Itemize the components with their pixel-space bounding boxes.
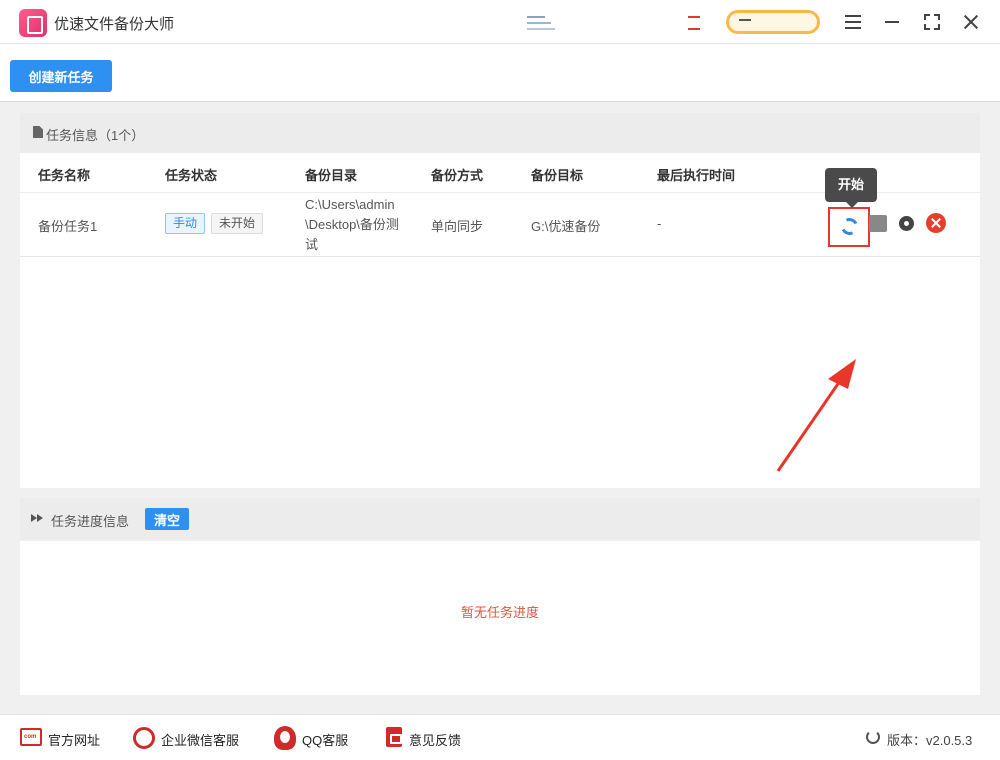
status-badge: 未开始 [211, 213, 264, 234]
version-label: 版本：v2.0.5.3 [887, 733, 973, 748]
fast-forward-icon [31, 514, 45, 522]
last-run-time: - [657, 216, 662, 231]
column-header-target: 备份目标 [531, 168, 584, 183]
gear-icon[interactable] [896, 213, 917, 234]
toolbar: 创建新任务 [0, 44, 1000, 102]
annotation-arrow [776, 359, 856, 472]
backup-method: 单向同步 [431, 219, 484, 234]
task-info-header: 任务信息（1个） [20, 113, 980, 153]
feedback-link[interactable]: 意见反馈 [409, 730, 461, 749]
wechat-support-link[interactable]: 企业微信客服 [161, 730, 239, 749]
start-task-button[interactable] [828, 207, 870, 247]
minimize-icon[interactable] [881, 11, 903, 33]
vip-button[interactable] [726, 10, 820, 34]
footer: 官方网址 企业微信客服 QQ客服 意见反馈 版本：v2.0.5.3 [0, 714, 1000, 760]
wechat-icon[interactable] [133, 727, 155, 749]
task-info-title: 任务信息（1个） [46, 128, 145, 143]
empty-progress-message: 暂无任务进度 [460, 605, 539, 620]
task-name: 备份任务1 [38, 219, 98, 234]
sync-icon [838, 215, 861, 238]
backup-target: G:\优速备份 [531, 219, 601, 234]
document-icon [33, 126, 43, 138]
column-header-name: 任务名称 [38, 168, 91, 183]
qq-support-link[interactable]: QQ客服 [302, 730, 348, 749]
feedback-icon[interactable] [386, 727, 402, 747]
website-link[interactable]: 官方网址 [48, 730, 100, 749]
refresh-icon[interactable] [866, 730, 880, 744]
stop-icon[interactable] [869, 215, 887, 232]
maximize-icon[interactable] [921, 11, 943, 33]
notification-icon[interactable] [688, 14, 700, 32]
qq-icon[interactable] [274, 726, 296, 750]
task-progress-panel: 任务进度信息 清空 暂无任务进度 [20, 498, 980, 695]
website-icon[interactable] [20, 728, 42, 746]
column-header-method: 备份方式 [431, 168, 484, 183]
source-directory: C:\Users\admin\Desktop\备份测试 [305, 197, 399, 252]
mode-badge: 手动 [165, 213, 206, 234]
column-header-status: 任务状态 [165, 168, 218, 183]
close-icon[interactable] [960, 11, 982, 33]
app-logo-icon [19, 9, 47, 37]
create-task-button[interactable]: 创建新任务 [10, 60, 112, 92]
start-tooltip: 开始 [825, 168, 877, 208]
app-title: 优速文件备份大师 [54, 16, 175, 33]
task-info-panel: 任务信息（1个） 任务名称 任务状态 备份目录 备份方式 备份目标 最后执行时间… [20, 113, 980, 488]
table-row[interactable]: 备份任务1 手动 未开始 C:\Users\admin\Desktop\备份测试… [20, 193, 980, 257]
task-progress-header: 任务进度信息 清空 [20, 498, 980, 541]
clear-button[interactable]: 清空 [145, 508, 189, 530]
column-header-last-run: 最后执行时间 [657, 168, 736, 183]
center-logo-icon [527, 14, 555, 32]
menu-icon[interactable] [842, 11, 864, 33]
delete-icon[interactable] [926, 213, 946, 233]
column-header-source: 备份目录 [305, 168, 358, 183]
task-progress-title: 任务进度信息 [51, 514, 130, 529]
title-bar: 优速文件备份大师 [0, 0, 1000, 44]
